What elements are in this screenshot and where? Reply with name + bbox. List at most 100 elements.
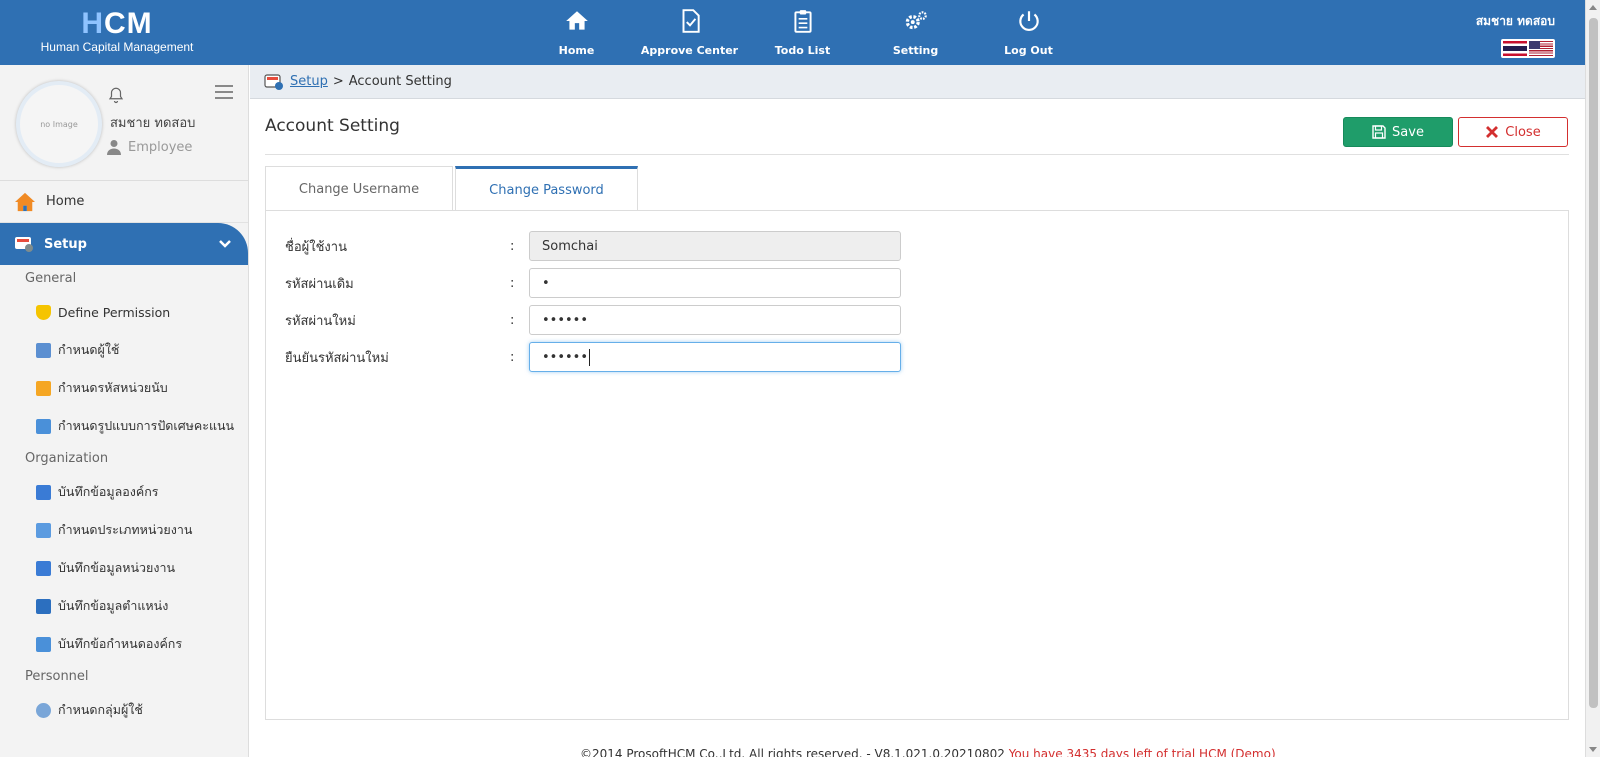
sidebar-item-user-group[interactable]: กำหนดกลุ่มผู้ใช้ bbox=[0, 691, 248, 729]
hamburger-menu-icon[interactable] bbox=[215, 85, 233, 99]
footer-trial-notice: You have 3435 days left of trial HCM (De… bbox=[1008, 747, 1276, 757]
confirm-password-field[interactable]: •••••• bbox=[529, 342, 901, 372]
scroll-down-arrow-icon[interactable] bbox=[1589, 747, 1597, 752]
tab-change-password[interactable]: Change Password bbox=[455, 166, 638, 211]
username-row: ชื่อผู้ใช้งาน : Somchai bbox=[285, 231, 905, 261]
bell-icon[interactable] bbox=[107, 85, 125, 105]
setup-icon bbox=[15, 237, 33, 252]
username-label: ชื่อผู้ใช้งาน bbox=[285, 239, 347, 255]
tab-change-username[interactable]: Change Username bbox=[265, 166, 453, 211]
sidebar-item-label: กำหนดผู้ใช้ bbox=[58, 342, 120, 357]
breadcrumb-current: Account Setting bbox=[348, 74, 452, 89]
sidebar-item-label: กำหนดประเภทหน่วยงาน bbox=[58, 522, 193, 537]
sidebar-item-label: บันทึกข้อมูลตำแหน่ง bbox=[58, 598, 169, 613]
sidebar-item-label: กำหนดกลุ่มผู้ใช้ bbox=[58, 702, 143, 717]
nav-setting[interactable]: Setting bbox=[859, 0, 972, 65]
building-icon bbox=[36, 522, 51, 538]
grid-icon bbox=[36, 380, 51, 396]
page-title: Account Setting bbox=[265, 116, 400, 136]
save-button[interactable]: Save bbox=[1343, 117, 1453, 147]
new-password-label: รหัสผ่านใหม่ bbox=[285, 313, 356, 329]
chevron-down-icon bbox=[219, 240, 231, 248]
save-button-label: Save bbox=[1392, 124, 1424, 140]
close-button[interactable]: Close bbox=[1458, 117, 1568, 147]
sidebar-item-home[interactable]: Home bbox=[0, 181, 248, 223]
nav-approve-label: Approve Center bbox=[640, 44, 739, 57]
text-caret bbox=[589, 348, 591, 366]
users-icon bbox=[36, 342, 51, 358]
footer: ©2014 ProsoftHCM Co.,Ltd. All rights res… bbox=[580, 747, 1276, 757]
nav-todo-list[interactable]: Todo List bbox=[746, 0, 859, 65]
colon: : bbox=[510, 312, 515, 328]
logo-h: H bbox=[81, 7, 104, 40]
tab-bar: Change Username Change Password bbox=[265, 166, 638, 211]
sidebar-item-org-info[interactable]: บันทึกข้อมูลองค์กร bbox=[0, 473, 248, 511]
new-password-field[interactable]: •••••• bbox=[529, 305, 901, 335]
sidebar-item-org-rules[interactable]: บันทึกข้อกำหนดองค์กร bbox=[0, 625, 248, 663]
sidebar-item-define-permission[interactable]: Define Permission bbox=[0, 293, 248, 331]
sidebar-section-personnel: Personnel bbox=[25, 669, 89, 684]
sidebar-setup-label: Setup bbox=[44, 236, 87, 252]
footer-copyright: ©2014 ProsoftHCM Co.,Ltd. All rights res… bbox=[580, 747, 1005, 757]
nav-todo-label: Todo List bbox=[774, 44, 831, 57]
building-icon bbox=[36, 560, 51, 576]
nav-home-label: Home bbox=[558, 44, 595, 57]
title-divider bbox=[265, 154, 1569, 155]
profile-name: สมชาย ทดสอบ bbox=[110, 116, 196, 131]
username-field: Somchai bbox=[529, 231, 901, 261]
sidebar-item-label: บันทึกข้อมูลองค์กร bbox=[58, 484, 159, 499]
clipboard-icon bbox=[793, 10, 812, 33]
thai-flag-icon[interactable] bbox=[1503, 41, 1527, 56]
colon: : bbox=[510, 275, 515, 291]
nav-approve-center[interactable]: Approve Center bbox=[633, 0, 746, 65]
home-icon bbox=[565, 11, 588, 30]
breadcrumb-setup-link[interactable]: Setup bbox=[290, 74, 328, 89]
breadcrumb: Setup > Account Setting bbox=[250, 65, 1585, 99]
sidebar-item-define-user[interactable]: กำหนดผู้ใช้ bbox=[0, 331, 248, 369]
old-password-field[interactable]: • bbox=[529, 268, 901, 298]
logo-subtitle: Human Capital Management bbox=[40, 40, 194, 54]
profile-panel: no Image สมชาย ทดสอบ Employee bbox=[0, 65, 248, 181]
nav-setting-label: Setting bbox=[892, 44, 939, 57]
scroll-up-arrow-icon[interactable] bbox=[1589, 5, 1597, 10]
profile-role-label: Employee bbox=[128, 139, 193, 155]
user-top: สมชาย ทดสอบ bbox=[1476, 12, 1555, 59]
old-password-row: รหัสผ่านเดิม : • bbox=[285, 268, 905, 298]
gears-icon bbox=[905, 11, 927, 30]
sidebar-home-label: Home bbox=[46, 194, 85, 209]
logo[interactable]: HCM Human Capital Management bbox=[32, 7, 202, 55]
building-pencil-icon bbox=[36, 418, 51, 434]
user-icon bbox=[107, 140, 121, 155]
sidebar-item-label: กำหนดรูปแบบการปัดเศษคะแนน bbox=[58, 418, 235, 433]
sidebar-item-score-rounding[interactable]: กำหนดรูปแบบการปัดเศษคะแนน bbox=[0, 407, 248, 445]
approve-icon bbox=[682, 9, 700, 33]
shield-icon bbox=[36, 304, 51, 320]
us-flag-icon[interactable] bbox=[1529, 41, 1553, 56]
scroll-thumb[interactable] bbox=[1589, 18, 1598, 708]
colon: : bbox=[510, 238, 515, 254]
page-scrollbar[interactable] bbox=[1585, 0, 1600, 757]
sidebar-item-label: บันทึกข้อกำหนดองค์กร bbox=[58, 636, 183, 651]
sidebar-item-label: กำหนดรหัสหน่วยนับ bbox=[58, 380, 168, 395]
sidebar-item-setup[interactable]: Setup bbox=[0, 223, 248, 265]
power-icon bbox=[1018, 11, 1039, 32]
sidebar-item-dept-type[interactable]: กำหนดประเภทหน่วยงาน bbox=[0, 511, 248, 549]
confirm-password-row: ยืนยันรหัสผ่านใหม่ : •••••• bbox=[285, 342, 905, 372]
sidebar-item-unit-code[interactable]: กำหนดรหัสหน่วยนับ bbox=[0, 369, 248, 407]
confirm-password-label: ยืนยันรหัสผ่านใหม่ bbox=[285, 350, 389, 366]
nav-home[interactable]: Home bbox=[520, 0, 633, 65]
top-nav: Home Approve Center Todo List Setting Lo… bbox=[520, 0, 1085, 65]
language-switcher bbox=[1501, 39, 1555, 58]
home-color-icon bbox=[15, 192, 35, 211]
user-group-icon bbox=[36, 702, 51, 718]
profile-role: Employee bbox=[106, 139, 192, 155]
sidebar: no Image สมชาย ทดสอบ Employee Home Setup… bbox=[0, 65, 249, 757]
logo-cm: CM bbox=[104, 7, 153, 40]
new-password-row: รหัสผ่านใหม่ : •••••• bbox=[285, 305, 905, 335]
sidebar-item-dept-info[interactable]: บันทึกข้อมูลหน่วยงาน bbox=[0, 549, 248, 587]
building-icon bbox=[36, 484, 51, 500]
avatar[interactable]: no Image bbox=[16, 81, 102, 167]
nav-logout[interactable]: Log Out bbox=[972, 0, 1085, 65]
top-user-name[interactable]: สมชาย ทดสอบ bbox=[1476, 12, 1555, 31]
sidebar-item-position-info[interactable]: บันทึกข้อมูลตำแหน่ง bbox=[0, 587, 248, 625]
